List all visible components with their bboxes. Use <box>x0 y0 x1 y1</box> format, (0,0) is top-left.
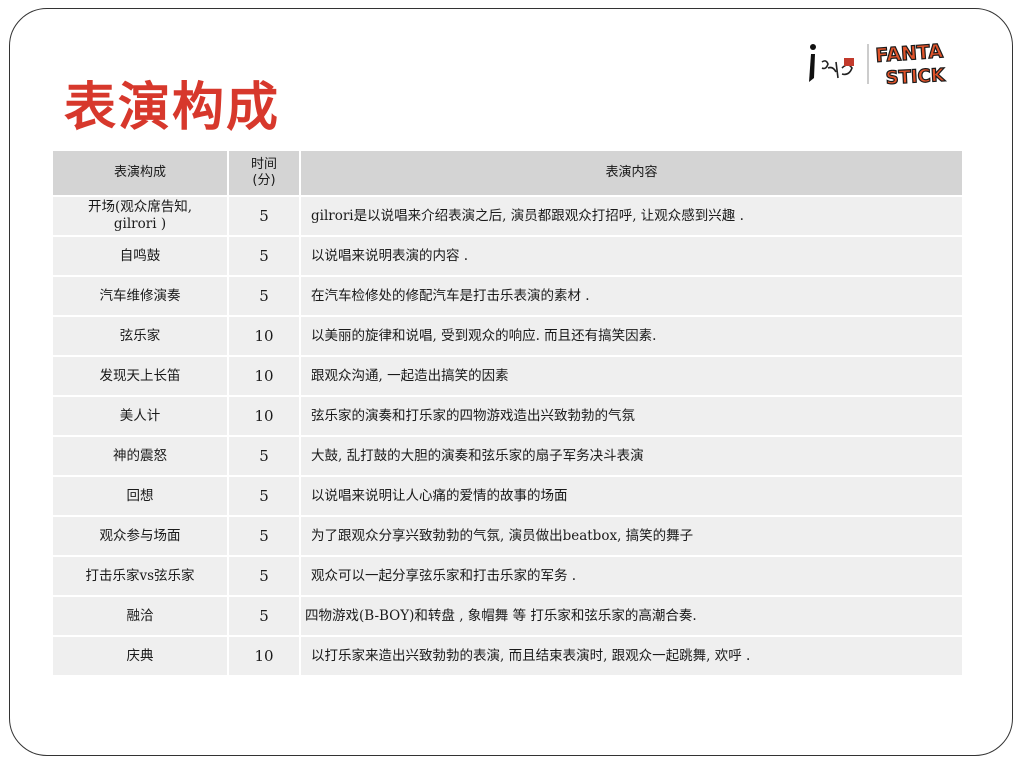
cell-time: 5 <box>228 476 301 517</box>
cell-time: 5 <box>228 436 301 477</box>
cell-name: 自鸣鼓 <box>53 236 229 277</box>
table-row: 观众参与场面 5 为了跟观众分享兴致勃勃的气氛, 演员做出beatbox, 搞笑… <box>53 516 964 557</box>
cell-name: 发现天上长笛 <box>53 356 229 397</box>
cell-desc: 以说唱来说明表演的内容 . <box>300 236 964 277</box>
cell-desc: 为了跟观众分享兴致勃勃的气氛, 演员做出beatbox, 搞笑的舞子 <box>300 516 964 557</box>
cell-name: 弦乐家 <box>53 316 229 357</box>
cell-desc: 以说唱来说明让人心痛的爱情的故事的场面 <box>300 476 964 517</box>
cell-desc: 四物游戏(B-BOY)和转盘 , 象帽舞 等 打乐家和弦乐家的高潮合奏. <box>300 596 964 637</box>
cell-time: 10 <box>228 356 301 397</box>
table-row: 自鸣鼓 5 以说唱来说明表演的内容 . <box>53 236 964 277</box>
cell-name: 打击乐家vs弦乐家 <box>53 556 229 597</box>
cell-desc: gilrori是以说唱来介绍表演之后, 演员都跟观众打招呼, 让观众感到兴趣 . <box>300 196 964 237</box>
cell-time: 10 <box>228 636 301 677</box>
i-chang-calligraphy-logo <box>809 44 854 82</box>
table-header-row: 表演构成 时间 (分) 表演内容 <box>53 151 964 197</box>
cell-name-line2: gilrori ) <box>113 216 167 232</box>
fantastick-wordmark: FANTA STICK <box>874 40 947 90</box>
cell-name: 观众参与场面 <box>53 516 229 557</box>
svg-text:STICK: STICK <box>885 65 946 89</box>
cell-name: 汽车维修演奏 <box>53 276 229 317</box>
cell-time: 5 <box>228 276 301 317</box>
cell-time: 5 <box>228 516 301 557</box>
svg-text:FANTA: FANTA <box>875 40 944 67</box>
slide-title: 表演构成 <box>64 77 281 138</box>
cell-desc: 观众可以一起分享弦乐家和打击乐家的军务 . <box>300 556 964 597</box>
table-row: 庆典 10 以打乐家来造出兴致勃勃的表演, 而且结束表演时, 跟观众一起跳舞, … <box>53 636 964 677</box>
cell-name: 美人计 <box>53 396 229 437</box>
table-row: 发现天上长笛 10 跟观众沟通, 一起造出搞笑的因素 <box>53 356 964 397</box>
cell-name: 融洽 <box>53 596 229 637</box>
cell-name: 开场(观众席告知, gilrori ) <box>53 196 229 237</box>
header-desc: 表演内容 <box>300 151 964 197</box>
performance-table: 表演构成 时间 (分) 表演内容 开场(观众席告知, gilrori ) 5 g… <box>53 151 964 677</box>
table-row: 弦乐家 10 以美丽的旋律和说唱, 受到观众的响应. 而且还有搞笑因素. <box>53 316 964 357</box>
header-time-line1: 时间 <box>250 157 277 172</box>
cell-time: 5 <box>228 236 301 277</box>
cell-name: 回想 <box>53 476 229 517</box>
cell-desc: 跟观众沟通, 一起造出搞笑的因素 <box>300 356 964 397</box>
cell-name: 神的震怒 <box>53 436 229 477</box>
cell-time: 5 <box>228 556 301 597</box>
cell-time: 10 <box>228 316 301 357</box>
cell-time: 10 <box>228 396 301 437</box>
header-time-line2: (分) <box>252 173 276 188</box>
cell-desc: 以美丽的旋律和说唱, 受到观众的响应. 而且还有搞笑因素. <box>300 316 964 357</box>
table-row: 汽车维修演奏 5 在汽车检修处的修配汽车是打击乐表演的素材 . <box>53 276 964 317</box>
table-row: 打击乐家vs弦乐家 5 观众可以一起分享弦乐家和打击乐家的军务 . <box>53 556 964 597</box>
cell-time: 5 <box>228 196 301 237</box>
table-row: 美人计 10 弦乐家的演奏和打乐家的四物游戏造出兴致勃勃的气氛 <box>53 396 964 437</box>
cell-desc: 在汽车检修处的修配汽车是打击乐表演的素材 . <box>300 276 964 317</box>
cell-desc: 以打乐家来造出兴致勃勃的表演, 而且结束表演时, 跟观众一起跳舞, 欢呼 . <box>300 636 964 677</box>
table-row: 开场(观众席告知, gilrori ) 5 gilrori是以说唱来介绍表演之后… <box>53 196 964 237</box>
cell-name: 庆典 <box>53 636 229 677</box>
fantastick-logo: FANTA STICK <box>806 38 956 90</box>
table-row: 融洽 5 四物游戏(B-BOY)和转盘 , 象帽舞 等 打乐家和弦乐家的高潮合奏… <box>53 596 964 637</box>
cell-desc: 弦乐家的演奏和打乐家的四物游戏造出兴致勃勃的气氛 <box>300 396 964 437</box>
header-name: 表演构成 <box>53 151 229 197</box>
table-row: 回想 5 以说唱来说明让人心痛的爱情的故事的场面 <box>53 476 964 517</box>
cell-name-line1: 开场(观众席告知, <box>87 199 193 215</box>
header-time: 时间 (分) <box>228 151 301 197</box>
cell-desc: 大鼓, 乱打鼓的大胆的演奏和弦乐家的扇子军务决斗表演 <box>300 436 964 477</box>
table-row: 神的震怒 5 大鼓, 乱打鼓的大胆的演奏和弦乐家的扇子军务决斗表演 <box>53 436 964 477</box>
cell-time: 5 <box>228 596 301 637</box>
